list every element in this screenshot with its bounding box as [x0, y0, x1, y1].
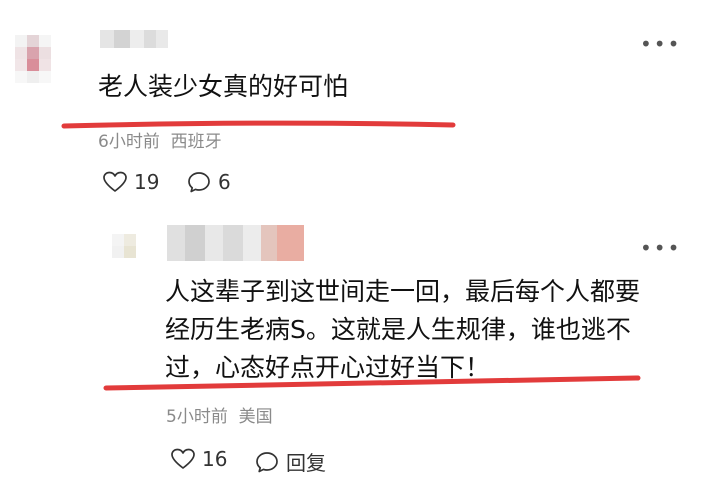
like-count: 19 — [134, 170, 160, 194]
more-icon[interactable]: ••• — [640, 238, 681, 258]
comment-time: 6小时前 — [98, 132, 160, 152]
speech-bubble-icon — [188, 172, 210, 193]
like-count: 16 — [202, 447, 228, 471]
username-blurred[interactable] — [100, 30, 168, 48]
comment-location: 美国 — [238, 407, 273, 427]
comment-text-line-2: 经历生老病S。这就是人生规律，谁也逃不 — [165, 315, 631, 344]
comment-location: 西班牙 — [170, 132, 222, 152]
reply-count: 6 — [218, 170, 231, 194]
speech-bubble-icon — [256, 451, 278, 472]
comment-time: 5小时前 — [166, 407, 228, 427]
avatar[interactable] — [15, 35, 51, 83]
reply-button[interactable]: 回复 — [255, 447, 326, 476]
heart-icon — [171, 448, 195, 469]
like-button[interactable]: 19 — [103, 170, 159, 194]
reply-label: 回复 — [286, 451, 326, 475]
like-button[interactable]: 16 — [171, 447, 227, 471]
highlight-underline — [103, 375, 641, 391]
more-icon[interactable]: ••• — [640, 34, 681, 54]
comment-meta: 6小时前 西班牙 — [98, 127, 222, 152]
comment-meta: 5小时前 美国 — [166, 402, 273, 427]
comment-text-line-1: 人这辈子到这世间走一回，最后每个人都要 — [165, 277, 641, 306]
reply-count-button[interactable]: 6 — [187, 170, 231, 194]
comment-text: 老人装少女真的好可怕 — [98, 72, 349, 101]
username-blurred[interactable] — [167, 225, 304, 261]
heart-icon — [103, 171, 127, 192]
avatar[interactable] — [112, 234, 136, 258]
